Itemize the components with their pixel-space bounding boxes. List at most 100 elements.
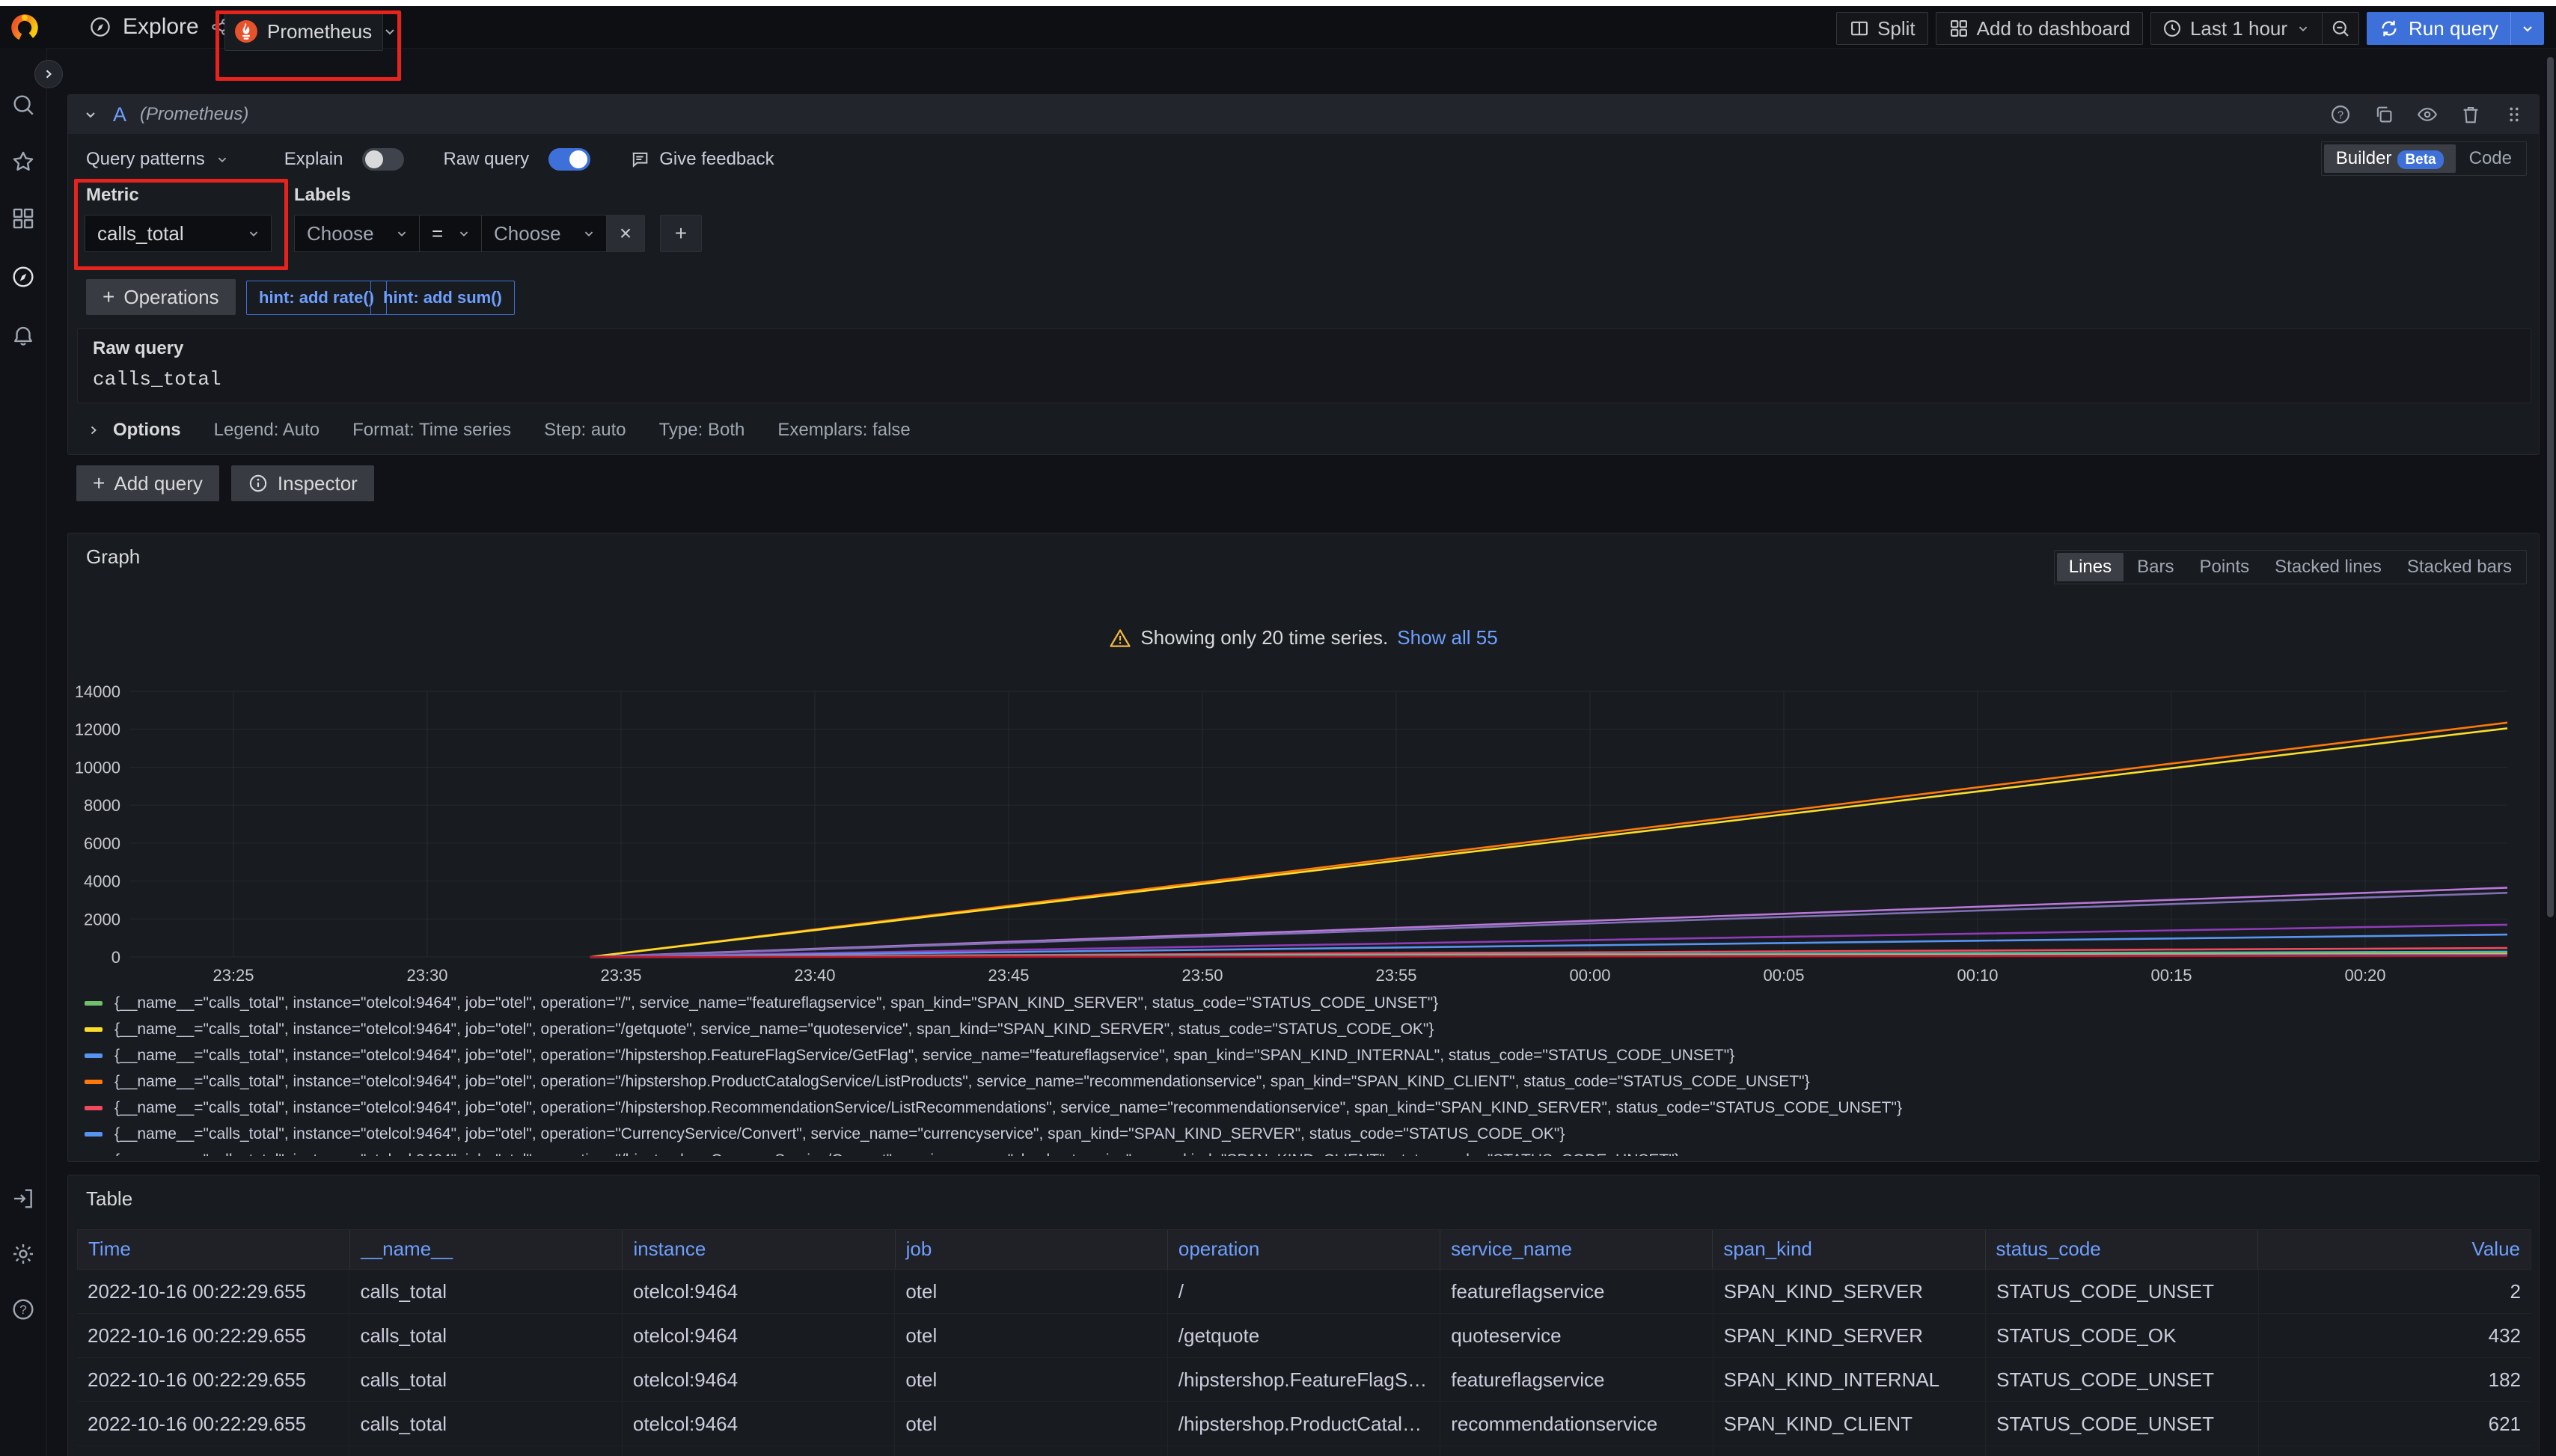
hint-add-sum-button[interactable]: hint: add sum() xyxy=(370,281,515,315)
table-cell: SPAN_KIND_SERVER xyxy=(1713,1270,1986,1313)
datasource-picker[interactable]: Prometheus xyxy=(224,12,383,51)
legend-item[interactable]: {__name__="calls_total", instance="otelc… xyxy=(85,990,2524,1016)
split-button[interactable]: Split xyxy=(1836,12,1928,45)
run-query-label: Run query xyxy=(2409,17,2498,40)
duplicate-query-icon[interactable] xyxy=(2373,103,2395,126)
legend-item[interactable]: {__name__="calls_total", instance="otelc… xyxy=(85,1147,2524,1156)
legend-color-marker xyxy=(85,1106,103,1110)
label-operator-value: = xyxy=(432,222,443,245)
query-option-meta: Exemplars: false xyxy=(777,420,910,441)
graph-mode-lines[interactable]: Lines xyxy=(2057,553,2124,581)
column-header-instance[interactable]: instance xyxy=(623,1230,895,1269)
operations-button[interactable]: + Operations xyxy=(86,279,236,315)
dashboards-icon[interactable] xyxy=(10,205,37,232)
query-help-icon[interactable]: ? xyxy=(2329,103,2352,126)
time-series-chart[interactable]: 0200040006000800010000120001400023:2523:… xyxy=(68,674,2540,988)
graph-mode-points[interactable]: Points xyxy=(2187,553,2261,581)
query-option-meta: Type: Both xyxy=(659,420,745,441)
table-cell: otelcol:9464 xyxy=(623,1402,895,1446)
column-header-value[interactable]: Value xyxy=(2258,1230,2531,1269)
table-cell: otelcol:9464 xyxy=(623,1358,895,1401)
explain-toggle[interactable] xyxy=(362,148,404,171)
axis-tick-label: 4000 xyxy=(84,872,120,891)
label-value-select[interactable]: Choose xyxy=(481,215,607,252)
table-cell: 2022-10-16 00:22:29.655 xyxy=(77,1270,349,1313)
table-cell: otel xyxy=(895,1358,1167,1401)
table-cell: STATUS_CODE_OK xyxy=(1986,1314,2258,1357)
column-header---name--[interactable]: __name__ xyxy=(350,1230,623,1269)
search-icon[interactable] xyxy=(10,91,37,118)
column-header-time[interactable]: Time xyxy=(78,1230,350,1269)
query-patterns-dropdown[interactable]: Query patterns xyxy=(86,149,205,170)
code-tab[interactable]: Code xyxy=(2457,144,2524,173)
run-query-button[interactable]: Run query xyxy=(2367,12,2544,45)
legend-item[interactable]: {__name__="calls_total", instance="otelc… xyxy=(85,1068,2524,1095)
hint-add-rate-button[interactable]: hint: add rate() xyxy=(246,281,387,315)
raw-query-toggle[interactable] xyxy=(548,148,590,171)
axis-tick-label: 6000 xyxy=(84,834,120,853)
gear-icon[interactable] xyxy=(10,1241,37,1267)
left-sidebar: ? xyxy=(0,48,47,1456)
column-header-status-code[interactable]: status_code xyxy=(1986,1230,2258,1269)
query-datasource-hint: (Prometheus) xyxy=(140,104,248,125)
query-ref-id: A xyxy=(113,103,126,126)
table-cell: otel xyxy=(895,1446,1167,1456)
hide-response-eye-icon[interactable] xyxy=(2416,103,2439,126)
split-icon xyxy=(1849,18,1870,39)
grafana-logo[interactable] xyxy=(6,9,43,46)
legend-item[interactable]: {__name__="calls_total", instance="otelc… xyxy=(85,1042,2524,1068)
sign-in-icon[interactable] xyxy=(10,1185,37,1212)
svg-text:?: ? xyxy=(2338,109,2343,121)
zoom-out-icon xyxy=(2330,18,2351,39)
add-to-dashboard-button[interactable]: Add to dashboard xyxy=(1936,12,2143,45)
builder-tab[interactable]: BuilderBeta xyxy=(2324,144,2456,173)
explore-compass-icon[interactable] xyxy=(10,263,37,290)
graph-panel-title: Graph xyxy=(86,545,140,569)
chevron-down-icon xyxy=(394,225,410,242)
help-icon[interactable]: ? xyxy=(10,1296,37,1323)
column-header-service-name[interactable]: service_name xyxy=(1440,1230,1713,1269)
options-meta-list: Legend: AutoFormat: Time seriesStep: aut… xyxy=(214,420,911,441)
graph-mode-bars[interactable]: Bars xyxy=(2125,553,2186,581)
label-operator-select[interactable]: = xyxy=(419,215,482,252)
collapse-chevron-icon[interactable] xyxy=(82,105,100,123)
axis-tick-label: 23:25 xyxy=(213,966,254,985)
column-header-span-kind[interactable]: span_kind xyxy=(1713,1230,1985,1269)
metric-select[interactable]: calls_total xyxy=(85,215,272,252)
label-key-select[interactable]: Choose xyxy=(294,215,420,252)
column-header-job[interactable]: job xyxy=(896,1230,1168,1269)
plus-icon: + xyxy=(103,285,114,309)
page-scrollbar[interactable] xyxy=(2547,57,2554,917)
show-all-series-link[interactable]: Show all 55 xyxy=(1397,626,1497,649)
legend-item[interactable]: {__name__="calls_total", instance="otelc… xyxy=(85,1121,2524,1147)
options-expander[interactable]: Options xyxy=(86,420,181,441)
star-icon[interactable] xyxy=(10,148,37,175)
time-range-picker[interactable]: Last 1 hour xyxy=(2151,13,2322,44)
axis-tick-label: 23:45 xyxy=(988,966,1029,985)
table-cell: STATUS_CODE_UNSET xyxy=(1986,1358,2258,1401)
remove-query-trash-icon[interactable] xyxy=(2459,103,2482,126)
metric-value: calls_total xyxy=(97,222,184,245)
remove-label-filter-button[interactable]: × xyxy=(606,215,645,252)
drag-handle-icon[interactable] xyxy=(2503,103,2525,126)
series-limit-warning: Showing only 20 time series. Show all 55 xyxy=(68,626,2539,649)
graph-mode-stacked-lines[interactable]: Stacked lines xyxy=(2263,553,2394,581)
axis-tick-label: 23:55 xyxy=(1375,966,1416,985)
column-header-operation[interactable]: operation xyxy=(1168,1230,1440,1269)
legend-series-label: {__name__="calls_total", instance="otelc… xyxy=(114,1099,1902,1117)
query-row-header[interactable]: A (Prometheus) ? xyxy=(68,95,2539,134)
zoom-out-time-button[interactable] xyxy=(2322,13,2358,44)
inspector-button[interactable]: Inspector xyxy=(231,465,374,501)
alerting-bell-icon[interactable] xyxy=(10,322,37,349)
add-label-filter-button[interactable]: + xyxy=(660,215,702,252)
expand-sidebar-button[interactable] xyxy=(34,60,63,88)
table-cell: / xyxy=(1168,1270,1440,1313)
add-query-button[interactable]: + Add query xyxy=(76,465,219,501)
table-row: 2022-10-16 00:22:29.655calls_totalotelco… xyxy=(77,1446,2531,1456)
give-feedback-link[interactable]: Give feedback xyxy=(629,149,774,170)
legend-item[interactable]: {__name__="calls_total", instance="otelc… xyxy=(85,1016,2524,1042)
legend-item[interactable]: {__name__="calls_total", instance="otelc… xyxy=(85,1095,2524,1121)
graph-mode-stacked-bars[interactable]: Stacked bars xyxy=(2395,553,2524,581)
run-query-dropdown[interactable] xyxy=(2510,12,2544,45)
table-cell: calls_total xyxy=(349,1358,622,1401)
